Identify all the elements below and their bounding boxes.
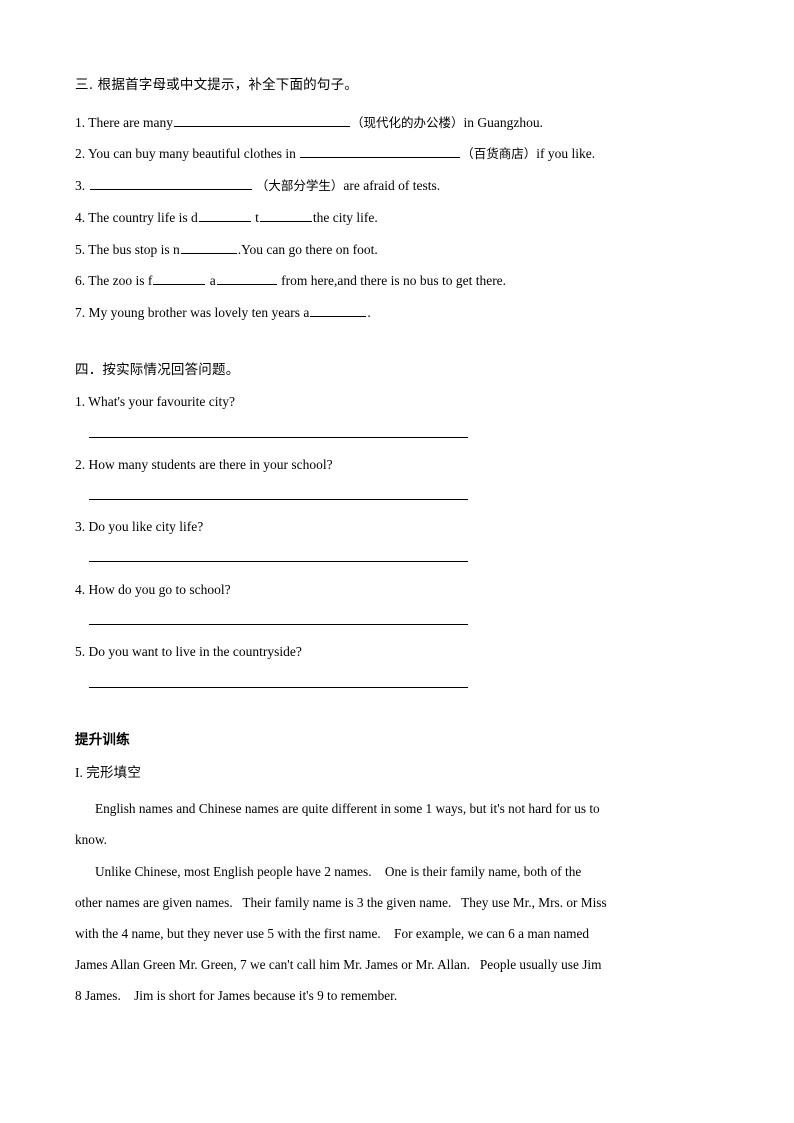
- item-number: 3.: [75, 177, 86, 193]
- fill-in-blank[interactable]: [180, 240, 237, 254]
- section-three-item-1: 1. There are many （现代化的办公楼）in Guangzhou.: [75, 113, 723, 131]
- question-text: What's your favourite city?: [88, 394, 236, 409]
- item-text-segment: from here,and there is no bus to get the…: [277, 272, 507, 288]
- section-three-item-6: 6. The zoo is f a from here,and there is…: [75, 271, 723, 289]
- answer-line[interactable]: [89, 499, 468, 500]
- item-text-after: if you like.: [536, 145, 596, 161]
- fill-in-blank[interactable]: [300, 144, 461, 158]
- cloze-passage-line: with the 4 name, but they never use 5 wi…: [75, 926, 589, 941]
- fill-in-blank[interactable]: [198, 208, 251, 222]
- item-chinese-hint: （百货商店）: [461, 145, 537, 161]
- section-three-item-4: 4. The country life is d t the city life.: [75, 208, 723, 226]
- item-number: 1.: [75, 114, 86, 130]
- fill-in-blank[interactable]: [153, 271, 206, 285]
- cloze-passage-line: know.: [75, 832, 108, 847]
- section-four-heading: 四．按实际情况回答问题。: [75, 362, 240, 378]
- cloze-passage-line: James Allan Green Mr. Green, 7 we can't …: [75, 957, 602, 972]
- cloze-subheading: I. 完形填空: [75, 765, 723, 781]
- item-text-before: There are many: [88, 114, 173, 130]
- item-text-segment: t: [251, 209, 259, 225]
- improvement-heading: 提升训练: [75, 732, 130, 748]
- section-four-question-4: 4. How do you go to school?: [75, 582, 723, 598]
- section-three-heading: 三. 根据首字母或中文提示，补全下面的句子。: [75, 77, 358, 93]
- cloze-passage-line: other names are given names. Their famil…: [75, 895, 607, 910]
- section-three-item-5: 5. The bus stop is n .You can go there on…: [75, 240, 723, 258]
- item-chinese-hint: （大部分学生）: [255, 177, 344, 193]
- answer-line[interactable]: [89, 561, 468, 562]
- item-text-segment: the city life.: [312, 209, 378, 225]
- question-text: How do you go to school?: [88, 582, 231, 597]
- section-three-item-3: 3. （大部分学生）are afraid of tests.: [75, 176, 723, 194]
- fill-in-blank[interactable]: [310, 303, 367, 317]
- item-number: 4.: [75, 209, 86, 225]
- section-four-question-5: 5. Do you want to live in the countrysid…: [75, 644, 723, 660]
- question-number: 1.: [75, 394, 86, 409]
- section-three-item-2: 2. You can buy many beautiful clothes in…: [75, 144, 723, 162]
- item-text-before: You can buy many beautiful clothes in: [88, 145, 300, 161]
- fill-in-blank[interactable]: [173, 113, 350, 127]
- question-text: Do you like city life?: [88, 519, 204, 534]
- question-text: Do you want to live in the countryside?: [88, 644, 302, 659]
- item-text-segment: My young brother was lovely ten years a: [88, 304, 310, 320]
- item-chinese-hint: （现代化的办公楼）: [350, 114, 464, 130]
- item-number: 7.: [75, 304, 86, 320]
- answer-line[interactable]: [89, 687, 468, 688]
- item-text-after: are afraid of tests.: [343, 177, 441, 193]
- question-number: 4.: [75, 582, 86, 597]
- item-text-segment: The zoo is f: [88, 272, 153, 288]
- question-text: How many students are there in your scho…: [88, 457, 333, 472]
- item-number: 6.: [75, 272, 86, 288]
- item-text-segment: The country life is d: [88, 209, 198, 225]
- section-four-question-2: 2. How many students are there in your s…: [75, 457, 723, 473]
- cloze-subheading-text: 完形填空: [86, 765, 142, 781]
- question-number: 5.: [75, 644, 86, 659]
- item-text-segment: .: [367, 304, 371, 320]
- question-number: 2.: [75, 457, 86, 472]
- section-four-question-1: 1. What's your favourite city?: [75, 394, 723, 410]
- answer-line[interactable]: [89, 624, 468, 625]
- answer-line[interactable]: [89, 437, 468, 438]
- fill-in-blank[interactable]: [259, 208, 312, 222]
- fill-in-blank[interactable]: [89, 176, 252, 190]
- question-number: 3.: [75, 519, 86, 534]
- item-number: 2.: [75, 145, 86, 161]
- item-number: 5.: [75, 241, 86, 257]
- section-four-question-3: 3. Do you like city life?: [75, 519, 723, 535]
- cloze-passage-line: Unlike Chinese, most English people have…: [75, 864, 582, 879]
- fill-in-blank[interactable]: [216, 271, 277, 285]
- item-text-segment: The bus stop is n: [88, 241, 180, 257]
- section-three-item-7: 7. My young brother was lovely ten years…: [75, 303, 723, 321]
- item-text-after: in Guangzhou.: [463, 114, 543, 130]
- cloze-passage-line: 8 James. Jim is short for James because …: [75, 988, 398, 1003]
- cloze-subheading-label: I.: [75, 765, 83, 780]
- item-text-segment: a: [206, 272, 216, 288]
- cloze-passage-line: English names and Chinese names are quit…: [75, 801, 600, 816]
- item-text-segment: .You can go there on foot.: [237, 241, 378, 257]
- worksheet-page: 三. 根据首字母或中文提示，补全下面的句子。 1. There are many…: [0, 0, 794, 1123]
